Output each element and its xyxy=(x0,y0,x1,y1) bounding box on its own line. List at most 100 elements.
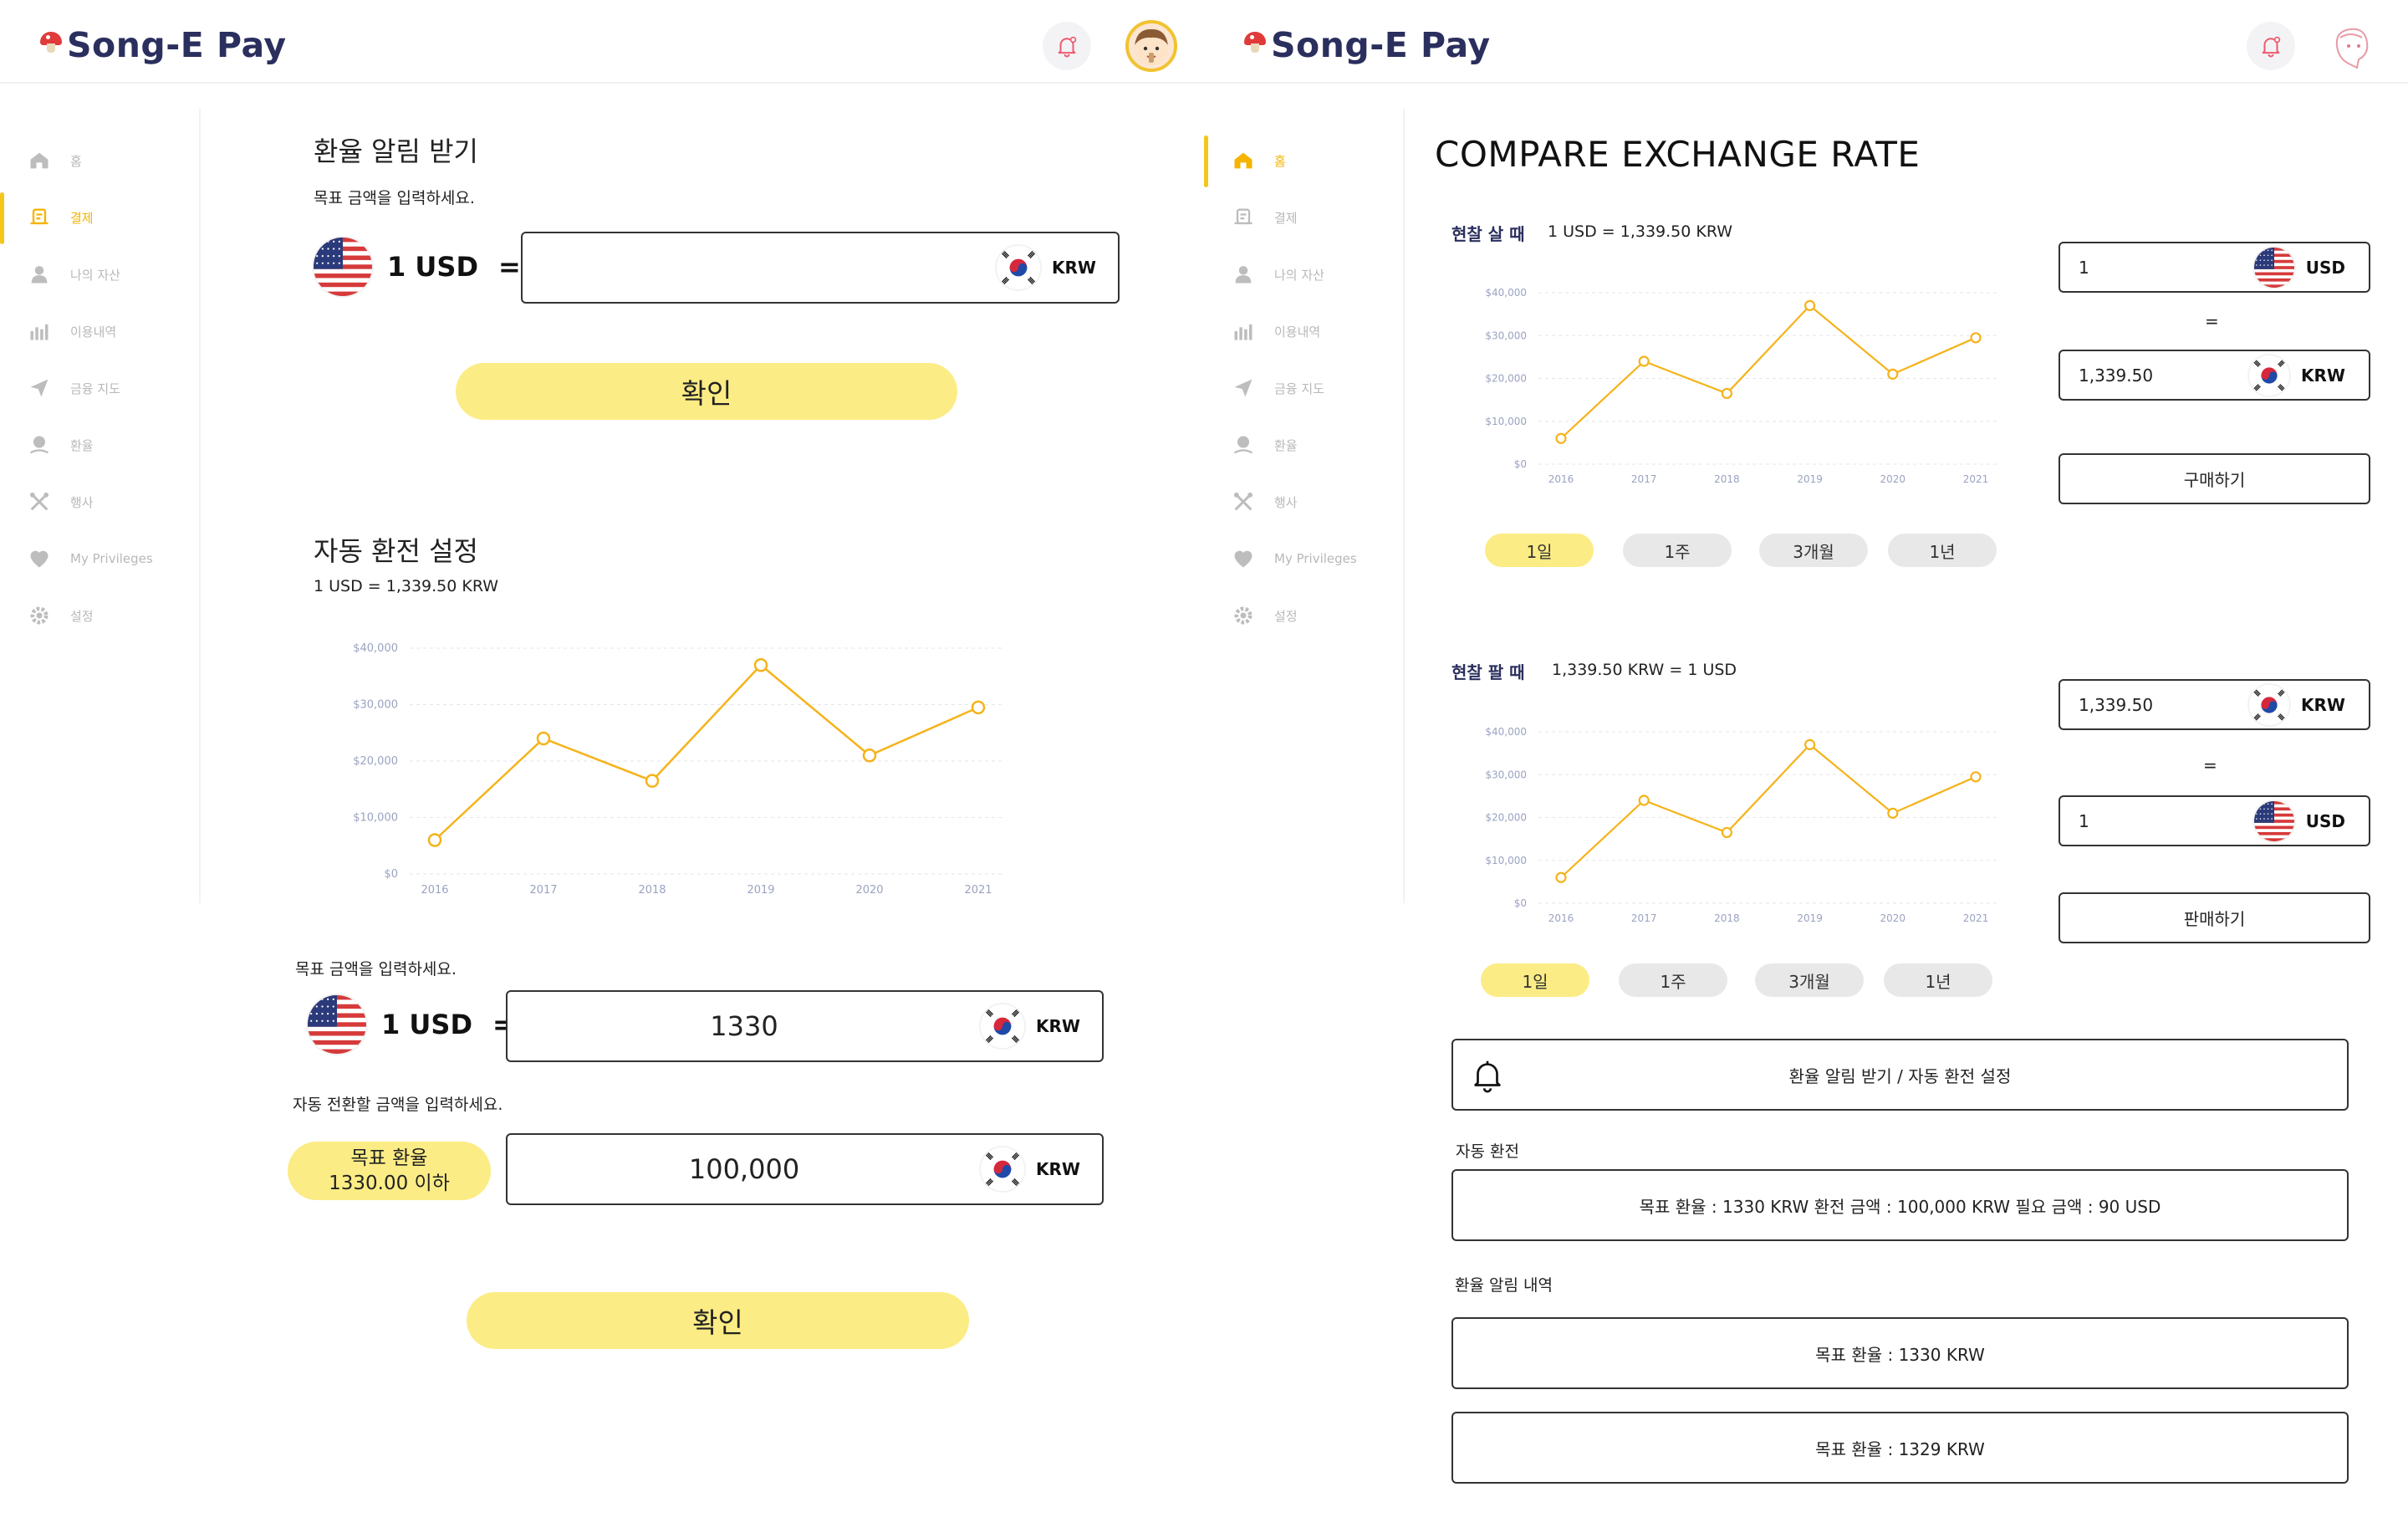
sidebar-item-settings[interactable]: 설정 xyxy=(27,599,94,632)
data-point[interactable] xyxy=(1970,332,1982,344)
sidebar-item-settings[interactable]: 설정 xyxy=(1231,599,1298,632)
sidebar-item-label: 행사 xyxy=(1274,494,1298,510)
data-point[interactable] xyxy=(1887,807,1899,819)
auto-rate-text: 1 USD = 1,339.50 KRW xyxy=(314,577,499,595)
currency-code: KRW xyxy=(2301,694,2345,715)
data-point[interactable] xyxy=(1970,771,1982,783)
data-point[interactable] xyxy=(1887,368,1899,380)
currency-selector[interactable]: KRW xyxy=(981,1147,1102,1191)
data-point[interactable] xyxy=(427,833,442,847)
app-logo[interactable]: Song-E Pay xyxy=(40,25,287,65)
buy-from-value[interactable]: 1 xyxy=(2060,258,2254,278)
period-tab[interactable]: 1년 xyxy=(1884,963,1992,997)
data-point[interactable] xyxy=(1804,738,1816,750)
data-point[interactable] xyxy=(1555,871,1567,883)
notification-button-right[interactable] xyxy=(2247,22,2295,70)
history-item[interactable]: 목표 환율 : 1329 KRW xyxy=(1451,1412,2349,1484)
payment-icon xyxy=(1231,205,1256,230)
auto-amount-value[interactable]: 100,000 xyxy=(508,1153,981,1185)
history-label: 환율 알림 내역 xyxy=(1455,1276,1553,1295)
data-point[interactable] xyxy=(862,749,877,763)
sidebar-item-event[interactable]: 행사 xyxy=(1231,485,1298,519)
currency-selector[interactable]: KRW xyxy=(997,246,1118,289)
sidebar-item-exchange[interactable]: 환율 xyxy=(27,428,94,462)
sidebar-item-user[interactable]: 나의 자산 xyxy=(27,258,120,291)
sidebar-item-payment[interactable]: 결제 xyxy=(27,201,94,234)
currency-selector[interactable]: KRW xyxy=(2249,684,2369,725)
sidebar-item-privileges[interactable]: My Privileges xyxy=(1231,542,1357,575)
buy-to-value[interactable]: 1,339.50 xyxy=(2060,365,2249,386)
auto-target-input[interactable]: 1330 KRW xyxy=(506,990,1104,1062)
sell-from-input[interactable]: 1,339.50 KRW xyxy=(2059,679,2370,730)
auto-summary-box[interactable]: 목표 환율 : 1330 KRW 환전 금액 : 100,000 KRW 필요 … xyxy=(1451,1169,2349,1241)
sidebar-item-map-send[interactable]: 금융 지도 xyxy=(27,371,120,405)
auto-confirm-button[interactable]: 확인 xyxy=(467,1292,969,1349)
data-point[interactable] xyxy=(536,731,551,746)
data-point[interactable] xyxy=(1804,299,1816,311)
profile-avatar-right[interactable] xyxy=(2328,20,2380,72)
buy-button[interactable]: 구매하기 xyxy=(2059,453,2370,504)
x-tick-label: 2019 xyxy=(1797,473,1823,485)
currency-selector[interactable]: USD xyxy=(2253,247,2369,288)
auto-amount-input[interactable]: 100,000 KRW xyxy=(506,1133,1104,1205)
data-point[interactable] xyxy=(1638,355,1650,367)
sidebar-item-label: 홈 xyxy=(1274,153,1286,169)
privileges-icon xyxy=(1231,546,1256,571)
buy-from-input[interactable]: 1 USD xyxy=(2059,242,2370,293)
data-point[interactable] xyxy=(1721,387,1732,400)
sidebar-item-history[interactable]: 이용내역 xyxy=(27,314,116,348)
event-icon xyxy=(1231,489,1256,514)
history-item[interactable]: 목표 환율 : 1330 KRW xyxy=(1451,1317,2349,1389)
sell-from-value[interactable]: 1,339.50 xyxy=(2060,695,2249,715)
period-tab[interactable]: 1주 xyxy=(1623,534,1732,567)
currency-selector[interactable]: KRW xyxy=(2249,355,2369,396)
currency-selector[interactable]: KRW xyxy=(981,1004,1102,1048)
data-point[interactable] xyxy=(753,658,768,672)
sidebar-item-user[interactable]: 나의 자산 xyxy=(1231,258,1324,291)
data-point[interactable] xyxy=(1638,795,1650,806)
currency-selector[interactable]: USD xyxy=(2253,800,2369,841)
sidebar-item-exchange[interactable]: 환율 xyxy=(1231,428,1298,462)
sell-to-input[interactable]: 1 USD xyxy=(2059,795,2370,846)
sell-to-value[interactable]: 1 xyxy=(2060,811,2254,831)
period-tab[interactable]: 3개월 xyxy=(1759,534,1868,567)
y-tick-label: $0 xyxy=(384,868,398,881)
app-logo-right[interactable]: Song-E Pay xyxy=(1244,25,1491,65)
base-amount: 1 USD xyxy=(387,251,478,283)
sidebar-item-privileges[interactable]: My Privileges xyxy=(27,542,153,575)
sidebar-item-label: My Privileges xyxy=(1274,551,1357,566)
korea-flag-icon xyxy=(981,1004,1025,1048)
period-tab[interactable]: 3개월 xyxy=(1755,963,1864,997)
user-icon xyxy=(1231,262,1256,287)
sidebar-item-map-send[interactable]: 금융 지도 xyxy=(1231,371,1324,405)
data-point[interactable] xyxy=(1721,826,1732,839)
currency-code: KRW xyxy=(2301,365,2345,386)
privileges-icon xyxy=(27,546,52,571)
x-tick-label: 2016 xyxy=(1548,912,1574,924)
y-tick-label: $40,000 xyxy=(353,642,398,655)
data-point[interactable] xyxy=(1555,432,1567,444)
buy-to-input[interactable]: 1,339.50 KRW xyxy=(2059,350,2370,401)
auto-target-value[interactable]: 1330 xyxy=(508,1010,981,1042)
sidebar-item-history[interactable]: 이용내역 xyxy=(1231,314,1320,348)
data-point[interactable] xyxy=(645,774,660,788)
sidebar-item-home[interactable]: 홈 xyxy=(27,144,82,177)
period-tab[interactable]: 1주 xyxy=(1619,963,1727,997)
profile-avatar[interactable] xyxy=(1125,20,1177,72)
period-tab[interactable]: 1일 xyxy=(1485,534,1594,567)
period-tab[interactable]: 1일 xyxy=(1481,963,1589,997)
alert-settings-button[interactable]: 환율 알림 받기 / 자동 환전 설정 xyxy=(1451,1039,2349,1111)
period-tab[interactable]: 1년 xyxy=(1888,534,1997,567)
sidebar-item-payment[interactable]: 결제 xyxy=(1231,201,1298,234)
x-tick-label: 2021 xyxy=(1963,473,1989,485)
alert-confirm-button[interactable]: 확인 xyxy=(456,363,957,420)
x-tick-label: 2018 xyxy=(1714,473,1740,485)
currency-code: USD xyxy=(2305,257,2345,278)
data-point[interactable] xyxy=(971,700,986,715)
sidebar-item-event[interactable]: 행사 xyxy=(27,485,94,519)
user-icon xyxy=(27,262,52,287)
alert-target-input[interactable]: KRW xyxy=(521,232,1120,304)
sidebar-item-home[interactable]: 홈 xyxy=(1231,144,1286,177)
sell-button[interactable]: 판매하기 xyxy=(2059,892,2370,943)
notification-button[interactable] xyxy=(1043,22,1091,70)
